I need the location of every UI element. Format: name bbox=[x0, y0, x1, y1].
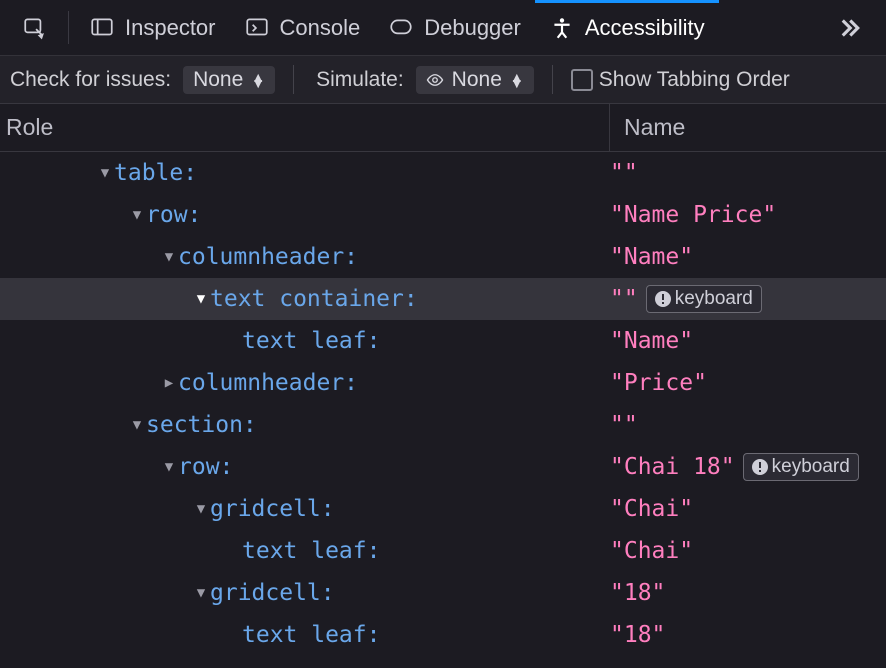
tree-row[interactable]: text leaf: "18" bbox=[0, 614, 886, 656]
chevron-down-icon[interactable]: ▼ bbox=[160, 459, 178, 475]
check-issues-label: Check for issues: bbox=[6, 68, 175, 92]
badge-label: keyboard bbox=[772, 456, 850, 478]
name-value: "" bbox=[610, 286, 638, 312]
tab-inspector[interactable]: Inspector bbox=[75, 0, 230, 55]
role-label: text leaf: bbox=[242, 538, 380, 564]
keyboard-badge[interactable]: keyboard bbox=[646, 285, 762, 313]
simulate-value: None bbox=[452, 68, 502, 92]
updown-icon: ▲▼ bbox=[251, 74, 265, 86]
show-tabbing-label: Show Tabbing Order bbox=[599, 68, 790, 92]
devtools-tabbar: Inspector Console Debugger Accessibility bbox=[0, 0, 886, 56]
tree-column-headers: Role Name bbox=[0, 104, 886, 152]
tab-console-label: Console bbox=[280, 15, 361, 41]
console-icon bbox=[244, 15, 270, 41]
role-label: columnheader: bbox=[178, 370, 358, 396]
badge-label: keyboard bbox=[675, 288, 753, 310]
role-label: gridcell: bbox=[210, 580, 335, 606]
chevrons-right-icon bbox=[834, 13, 864, 43]
tab-debugger-label: Debugger bbox=[424, 15, 521, 41]
role-label: columnheader: bbox=[178, 244, 358, 270]
divider bbox=[68, 11, 69, 44]
name-value: "Name" bbox=[610, 328, 693, 354]
pick-element-icon bbox=[22, 15, 48, 41]
warning-icon bbox=[752, 459, 768, 475]
debugger-icon bbox=[388, 15, 414, 41]
check-issues-select[interactable]: None ▲▼ bbox=[183, 66, 275, 94]
eye-icon bbox=[426, 71, 444, 89]
chevron-down-icon[interactable]: ▼ bbox=[160, 249, 178, 265]
chevron-right-icon[interactable]: ▶ bbox=[160, 375, 178, 391]
chevron-down-icon[interactable]: ▼ bbox=[192, 501, 210, 517]
role-label: section: bbox=[146, 412, 257, 438]
inspector-icon bbox=[89, 15, 115, 41]
role-label: text leaf: bbox=[242, 328, 380, 354]
column-header-role[interactable]: Role bbox=[0, 104, 610, 151]
tree-row[interactable]: ▶ columnheader: "Price" bbox=[0, 362, 886, 404]
role-label: text container: bbox=[210, 286, 418, 312]
divider bbox=[552, 65, 553, 93]
accessibility-icon bbox=[549, 15, 575, 41]
name-value: "" bbox=[610, 412, 638, 438]
column-header-name[interactable]: Name bbox=[610, 104, 886, 151]
simulate-select[interactable]: None ▲▼ bbox=[416, 66, 534, 94]
tree-row[interactable]: ▼ gridcell: "18" bbox=[0, 572, 886, 614]
name-value: "Name Price" bbox=[610, 202, 776, 228]
tree-row[interactable]: ▼ row: "Chai 18" keyboard bbox=[0, 446, 886, 488]
warning-icon bbox=[655, 291, 671, 307]
accessibility-toolbar: Check for issues: None ▲▼ Simulate: None… bbox=[0, 56, 886, 104]
chevron-down-icon[interactable]: ▼ bbox=[128, 207, 146, 223]
tree-row[interactable]: ▼ section: "" bbox=[0, 404, 886, 446]
tab-debugger[interactable]: Debugger bbox=[374, 0, 535, 55]
name-value: "Price" bbox=[610, 370, 707, 396]
role-label: table: bbox=[114, 160, 197, 186]
name-value: "18" bbox=[610, 580, 665, 606]
accessibility-tree: ▼ table: "" ▼ row: "Name Price" ▼ column… bbox=[0, 152, 886, 656]
tree-row-selected[interactable]: ▼ text container: "" keyboard bbox=[0, 278, 886, 320]
name-value: "" bbox=[610, 160, 638, 186]
updown-icon: ▲▼ bbox=[510, 74, 524, 86]
name-value: "18" bbox=[610, 622, 665, 648]
show-tabbing-checkbox[interactable] bbox=[571, 69, 593, 91]
tab-console[interactable]: Console bbox=[230, 0, 375, 55]
divider bbox=[293, 65, 294, 93]
tree-row[interactable]: text leaf: "Name" bbox=[0, 320, 886, 362]
pick-element-button[interactable] bbox=[8, 0, 62, 55]
tree-row[interactable]: ▼ columnheader: "Name" bbox=[0, 236, 886, 278]
name-value: "Chai" bbox=[610, 538, 693, 564]
role-label: text leaf: bbox=[242, 622, 380, 648]
tab-accessibility[interactable]: Accessibility bbox=[535, 0, 719, 55]
chevron-down-icon[interactable]: ▼ bbox=[192, 291, 210, 307]
show-tabbing-order[interactable]: Show Tabbing Order bbox=[571, 68, 790, 92]
tree-row[interactable]: ▼ table: "" bbox=[0, 152, 886, 194]
role-label: row: bbox=[146, 202, 201, 228]
name-value: "Chai" bbox=[610, 496, 693, 522]
tabs-overflow-button[interactable] bbox=[820, 0, 878, 55]
role-label: row: bbox=[178, 454, 233, 480]
chevron-down-icon[interactable]: ▼ bbox=[192, 585, 210, 601]
check-issues-value: None bbox=[193, 68, 243, 92]
tree-row[interactable]: ▼ row: "Name Price" bbox=[0, 194, 886, 236]
chevron-down-icon[interactable]: ▼ bbox=[128, 417, 146, 433]
simulate-label: Simulate: bbox=[312, 68, 408, 92]
chevron-down-icon[interactable]: ▼ bbox=[96, 165, 114, 181]
tab-inspector-label: Inspector bbox=[125, 15, 216, 41]
tab-accessibility-label: Accessibility bbox=[585, 15, 705, 41]
tree-row[interactable]: text leaf: "Chai" bbox=[0, 530, 886, 572]
name-value: "Chai 18" bbox=[610, 454, 735, 480]
tree-row[interactable]: ▼ gridcell: "Chai" bbox=[0, 488, 886, 530]
name-value: "Name" bbox=[610, 244, 693, 270]
keyboard-badge[interactable]: keyboard bbox=[743, 453, 859, 481]
role-label: gridcell: bbox=[210, 496, 335, 522]
